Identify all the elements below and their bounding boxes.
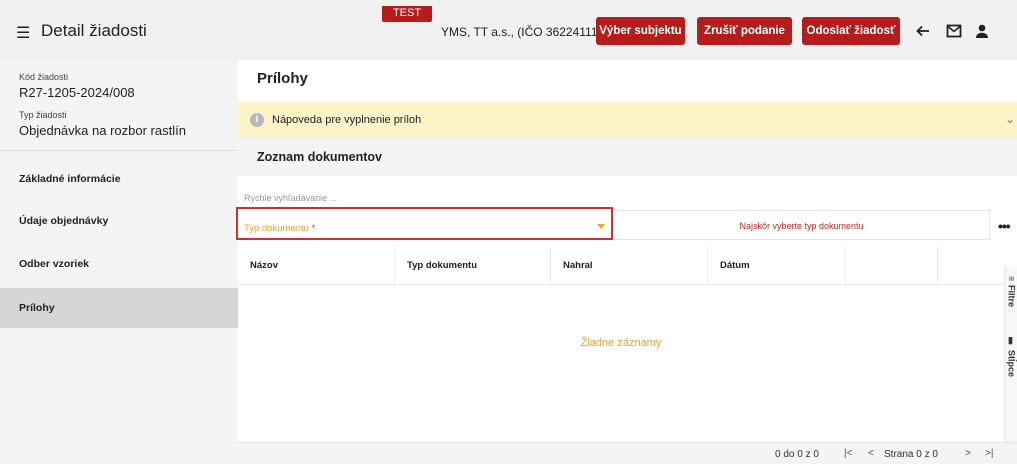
column-header-date[interactable]: Dátum	[708, 246, 846, 284]
column-header-name[interactable]: Názov	[238, 246, 395, 284]
prev-page-icon[interactable]: <	[868, 448, 874, 459]
request-type-label: Typ žiadosti	[19, 110, 67, 120]
columns-tool[interactable]: ▮ Stĺpce	[1005, 336, 1017, 377]
mail-icon[interactable]	[942, 19, 966, 43]
side-tool-panel: ≡ Filtre ▮ Stĺpce	[1004, 266, 1017, 464]
info-icon: i	[250, 113, 264, 127]
section-title: Prílohy	[257, 70, 308, 87]
document-type-label: Typ dokumentu *	[244, 223, 315, 234]
top-bar: ☰ Detail žiadosti TEST YMS, TT a.s., (IČ…	[0, 0, 1017, 60]
help-label: Nápoveda pre vyplnenie príloh	[272, 114, 422, 126]
caret-down-icon	[597, 224, 605, 229]
sidebar-item-sampling[interactable]: Odber vzoriek	[0, 244, 238, 284]
cancel-submission-button[interactable]: Zrušiť podanie	[697, 17, 792, 45]
document-type-select[interactable]: Typ dokumentu *	[236, 207, 613, 240]
column-header-document-type[interactable]: Typ dokumentu	[395, 246, 551, 284]
columns-icon: ▮	[1006, 336, 1017, 346]
sidebar-item-attachments[interactable]: Prílohy	[0, 288, 238, 328]
columns-label: Stĺpce	[1006, 350, 1017, 378]
menu-icon[interactable]: ☰	[16, 23, 30, 43]
next-page-icon[interactable]: >	[965, 448, 971, 459]
filters-tool[interactable]: ≡ Filtre	[1005, 276, 1017, 307]
filters-label: Filtre	[1006, 285, 1017, 308]
page-title: Detail žiadosti	[41, 21, 147, 40]
empty-state-text: Žiadne záznamy	[580, 337, 662, 349]
test-badge: TEST	[382, 6, 432, 22]
sidebar-divider	[0, 150, 238, 151]
send-request-button[interactable]: Odoslať žiadosť	[802, 17, 900, 45]
sidebar-item-order-details[interactable]: Údaje objednávky	[0, 201, 238, 241]
sidebar: Kód žiadosti R27-1205-2024/008 Typ žiado…	[0, 60, 238, 464]
subject-label: YMS, TT a.s., (IČO 36224111)	[441, 25, 602, 39]
pagination-bar: 0 do 0 z 0 |< < Strana 0 z 0 > >|	[238, 442, 1017, 464]
document-list-title: Zoznam dokumentov	[257, 150, 383, 164]
sidebar-item-basic-info[interactable]: Základné informácie	[0, 159, 238, 199]
main-content: Prílohy i Nápoveda pre vyplnenie príloh …	[236, 60, 1017, 464]
table-header: Názov Typ dokumentu Nahral Dátum	[238, 246, 1004, 284]
pagination-range: 0 do 0 z 0	[775, 449, 819, 460]
last-page-icon[interactable]: >|	[985, 448, 993, 459]
column-header-extra	[846, 246, 938, 284]
request-code-value: R27-1205-2024/008	[19, 85, 135, 100]
quick-search-input[interactable]	[244, 188, 604, 208]
request-code-label: Kód žiadosti	[19, 72, 69, 82]
column-header-uploaded-by[interactable]: Nahral	[551, 246, 708, 284]
filter-icon: ≡	[1006, 276, 1017, 282]
required-marker: *	[311, 223, 316, 234]
select-subject-button[interactable]: Výber subjektu	[596, 17, 685, 45]
chevron-down-icon[interactable]: ⌄	[1005, 112, 1015, 126]
table-body: Žiadne záznamy	[238, 284, 1004, 442]
document-list-header: Zoznam dokumentov	[238, 138, 1017, 176]
help-panel[interactable]: i Nápoveda pre vyplnenie príloh ⌄	[238, 102, 1017, 138]
more-options-icon[interactable]: •••	[998, 218, 1011, 234]
user-icon[interactable]	[970, 19, 994, 43]
pagination-page: Strana 0 z 0	[884, 449, 938, 460]
arrow-back-icon[interactable]	[911, 19, 935, 43]
document-type-hint: Najskôr vyberte typ dokumentu	[739, 221, 864, 231]
first-page-icon[interactable]: |<	[844, 448, 852, 459]
upload-area: Najskôr vyberte typ dokumentu	[614, 210, 990, 240]
request-type-value: Objednávka na rozbor rastlín	[19, 123, 186, 138]
document-type-label-text: Typ dokumentu	[244, 223, 309, 234]
